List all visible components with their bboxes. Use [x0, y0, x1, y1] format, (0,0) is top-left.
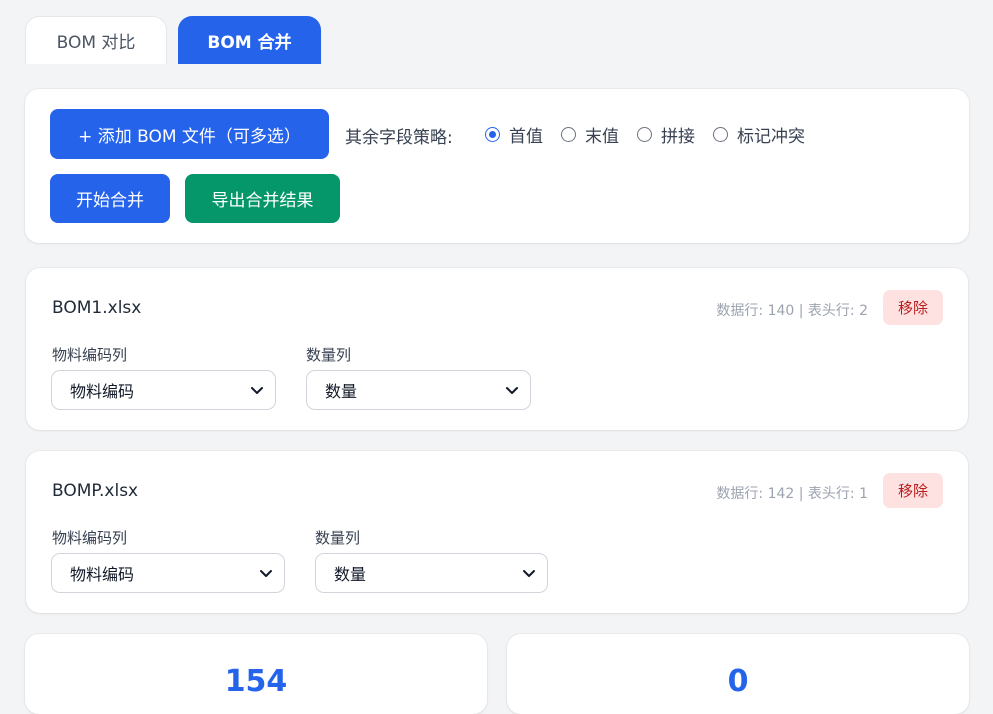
strategy-option-last[interactable]: 末值 [561, 122, 619, 147]
code-column-select[interactable]: 物料编码 [51, 370, 276, 410]
stat-card: 154 [25, 634, 487, 714]
file-meta: 数据行: 142 | 表头行: 1 [716, 486, 868, 502]
stat-value: 0 [727, 664, 749, 699]
add-bom-files-button[interactable]: + 添加 BOM 文件（可多选） [50, 109, 329, 159]
merge-toolbar: + 添加 BOM 文件（可多选） 其余字段策略: 首值 末值 拼接 标记冲突 开… [25, 89, 969, 243]
code-column-label: 物料编码列 [52, 529, 128, 547]
remove-file-button[interactable]: 移除 [883, 290, 943, 325]
strategy-option-first[interactable]: 首值 [485, 122, 543, 147]
code-column-label: 物料编码列 [52, 346, 128, 364]
radio-checked-icon [485, 127, 500, 142]
remove-file-button[interactable]: 移除 [883, 473, 943, 508]
radio-icon [561, 127, 576, 142]
chevron-down-icon [523, 570, 535, 577]
chevron-down-icon [251, 387, 263, 394]
stat-card: 0 [507, 634, 969, 714]
bom-file-card: BOMP.xlsx 数据行: 142 | 表头行: 1 移除 物料编码列 物料编… [26, 451, 968, 613]
chevron-down-icon [260, 570, 272, 577]
qty-column-value: 数量 [325, 382, 358, 401]
radio-icon [637, 127, 652, 142]
qty-column-select[interactable]: 数量 [315, 553, 548, 593]
strategy-option-label: 拼接 [661, 127, 695, 147]
qty-column-label: 数量列 [315, 529, 361, 547]
code-column-select[interactable]: 物料编码 [51, 553, 285, 593]
file-name: BOMP.xlsx [52, 481, 139, 501]
code-column-value: 物料编码 [70, 382, 135, 401]
strategy-option-label: 末值 [585, 127, 619, 147]
file-meta: 数据行: 140 | 表头行: 2 [716, 303, 868, 319]
chevron-down-icon [506, 387, 518, 394]
file-name: BOM1.xlsx [52, 298, 142, 318]
strategy-radio-group: 首值 末值 拼接 标记冲突 [485, 122, 823, 147]
tab-bar: BOM 对比 BOM 合并 [25, 16, 321, 64]
strategy-label: 其余字段策略: [345, 128, 453, 148]
export-merge-result-button[interactable]: 导出合并结果 [185, 174, 340, 223]
stat-value: 154 [224, 664, 288, 699]
qty-column-value: 数量 [334, 565, 367, 584]
strategy-option-label: 标记冲突 [737, 127, 805, 147]
strategy-option-conflict[interactable]: 标记冲突 [713, 122, 805, 147]
bom-file-card: BOM1.xlsx 数据行: 140 | 表头行: 2 移除 物料编码列 物料编… [26, 268, 968, 430]
start-merge-button[interactable]: 开始合并 [50, 174, 170, 223]
code-column-value: 物料编码 [70, 565, 135, 584]
tab-bom-compare[interactable]: BOM 对比 [25, 16, 167, 64]
qty-column-label: 数量列 [306, 346, 352, 364]
radio-icon [713, 127, 728, 142]
qty-column-select[interactable]: 数量 [306, 370, 531, 410]
strategy-option-concat[interactable]: 拼接 [637, 122, 695, 147]
tab-bom-merge[interactable]: BOM 合并 [178, 16, 321, 64]
strategy-option-label: 首值 [509, 127, 543, 147]
